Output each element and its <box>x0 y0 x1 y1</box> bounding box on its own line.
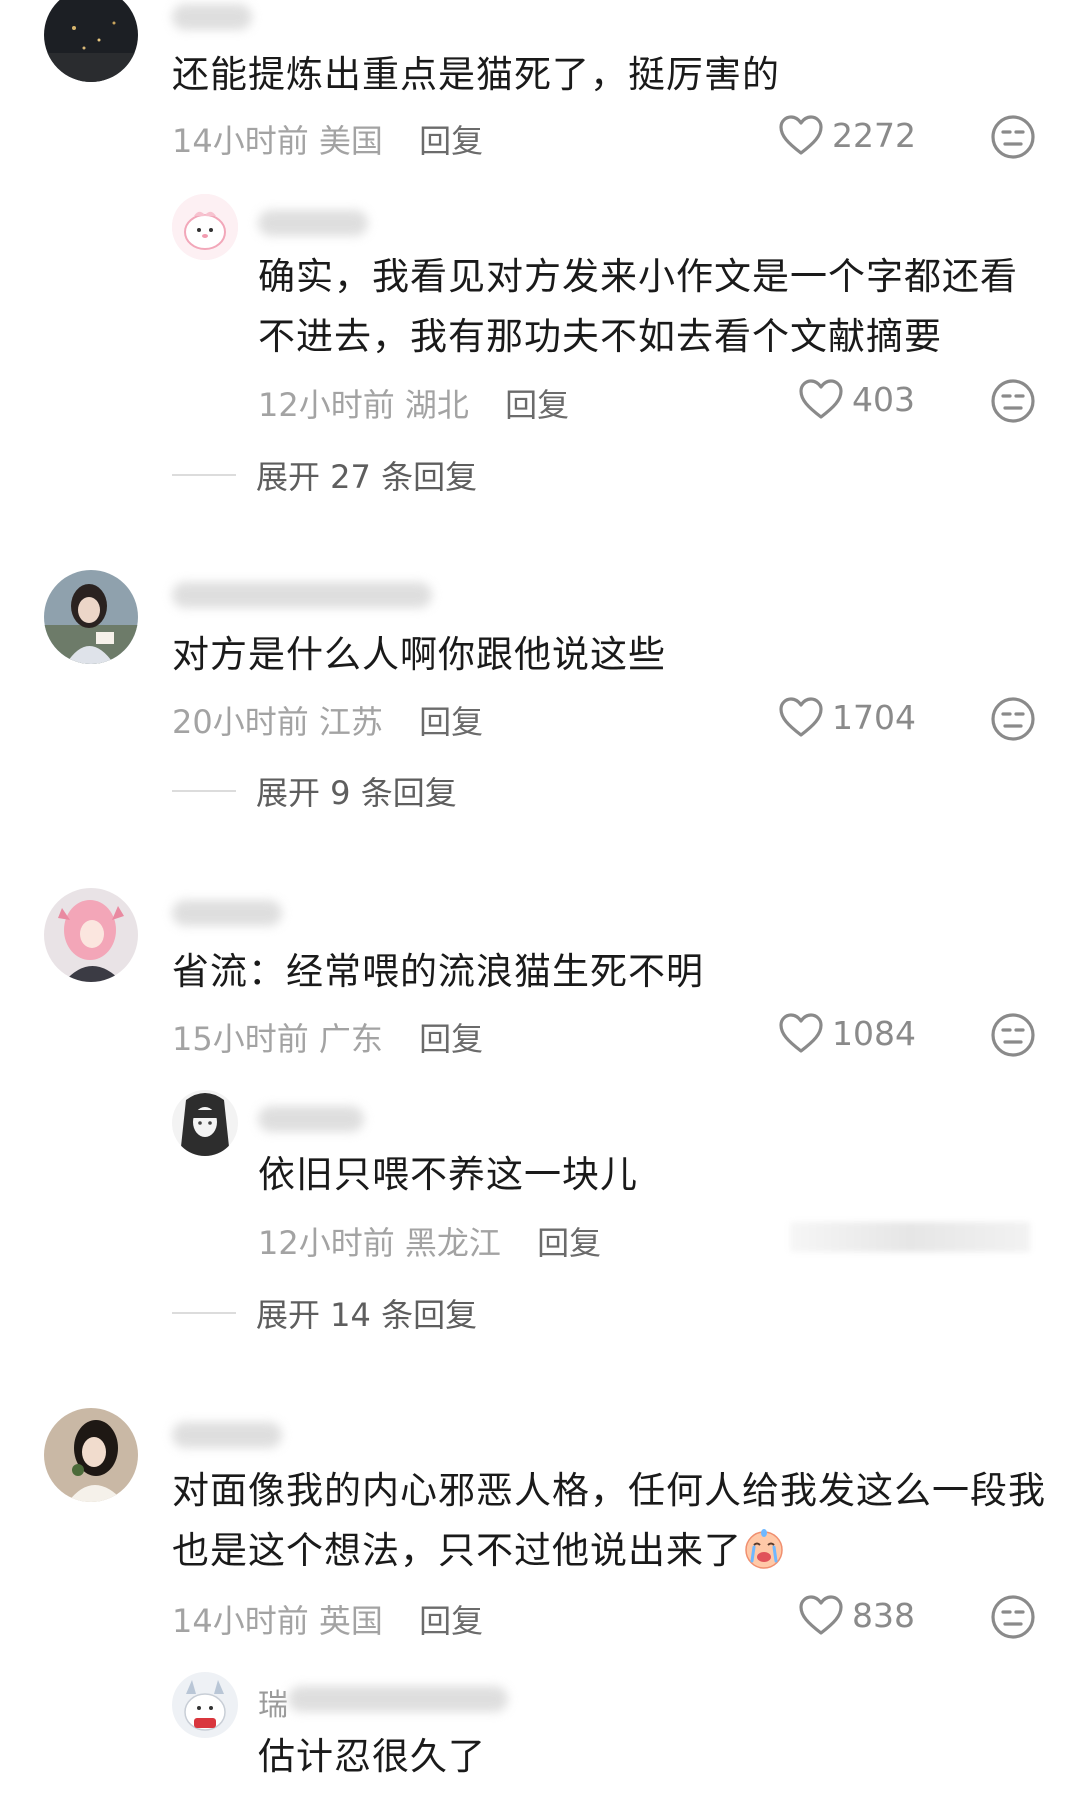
location: 江苏 <box>318 703 383 741</box>
divider-line <box>172 790 236 792</box>
divider-line <box>172 1312 236 1314</box>
reply-button[interactable]: 回复 <box>505 386 569 424</box>
like-button[interactable]: 1084 <box>778 1012 916 1054</box>
expand-replies-label: 展开 9 条回复 <box>256 774 457 812</box>
meh-face-icon <box>990 1594 1036 1640</box>
timestamp: 12小时前 <box>258 386 395 424</box>
dislike-button[interactable] <box>990 696 1036 742</box>
expand-replies-label: 展开 14 条回复 <box>256 1296 478 1334</box>
comment-text-line-1: 对面像我的内心邪恶人格，任何人给我发这么一段我 <box>172 1469 1046 1512</box>
reply-text-line-2: 不进去，我有那功夫不如去看个文献摘要 <box>258 315 942 358</box>
location: 英国 <box>318 1602 383 1640</box>
heart-outline-icon <box>778 1012 824 1054</box>
reply-avatar[interactable] <box>172 1672 238 1738</box>
username-blurred[interactable] <box>258 210 368 236</box>
avatar[interactable] <box>44 0 138 82</box>
comment-meta: 15小时前 广东 回复 <box>172 1014 483 1060</box>
avatar[interactable] <box>44 570 138 664</box>
username-blurred[interactable] <box>288 1686 508 1712</box>
comment-text: 对方是什么人啊你跟他说这些 <box>172 633 666 676</box>
reply-avatar[interactable] <box>172 1090 238 1156</box>
obscured-region <box>790 1222 1030 1252</box>
dislike-button[interactable] <box>990 114 1036 160</box>
reply-button[interactable]: 回复 <box>419 703 483 741</box>
expand-replies-button[interactable]: 展开 27 条回复 <box>172 452 477 498</box>
timestamp: 20小时前 <box>172 703 309 741</box>
reply-text: 依旧只喂不养这一块儿 <box>258 1153 638 1196</box>
reply-button[interactable]: 回复 <box>419 1020 483 1058</box>
dislike-button[interactable] <box>990 378 1036 424</box>
reply-avatar[interactable] <box>172 194 238 260</box>
expand-replies-button[interactable]: 展开 9 条回复 <box>172 768 457 814</box>
heart-outline-icon <box>778 114 824 156</box>
avatar[interactable] <box>44 888 138 982</box>
username-blurred[interactable] <box>172 4 252 30</box>
reply-text: 估计忍很久了 <box>258 1735 486 1778</box>
comment-text: 还能提炼出重点是猫死了，挺厉害的 <box>172 53 780 96</box>
reply-text-line-1: 确实，我看见对方发来小作文是一个字都还看 <box>258 255 1018 298</box>
reply-meta: 12小时前 黑龙江 回复 <box>258 1218 601 1264</box>
like-count: 403 <box>852 379 915 419</box>
username-blurred[interactable] <box>172 1422 282 1448</box>
username-partial[interactable]: 瑞 <box>258 1680 288 1724</box>
expand-replies-button[interactable]: 展开 14 条回复 <box>172 1290 477 1336</box>
reply-button[interactable]: 回复 <box>419 122 483 160</box>
divider-line <box>172 474 236 476</box>
like-button[interactable]: 403 <box>798 378 915 420</box>
dislike-button[interactable] <box>990 1594 1036 1640</box>
comment-meta: 14小时前 英国 回复 <box>172 1596 483 1642</box>
timestamp: 12小时前 <box>258 1224 395 1262</box>
reply-button[interactable]: 回复 <box>537 1224 601 1262</box>
like-button[interactable]: 838 <box>798 1594 915 1636</box>
like-count: 838 <box>852 1595 915 1635</box>
meh-face-icon <box>990 1012 1036 1058</box>
like-button[interactable]: 1704 <box>778 696 916 738</box>
like-count: 1704 <box>832 697 916 737</box>
location: 广东 <box>318 1020 383 1058</box>
heart-outline-icon <box>778 696 824 738</box>
username-blurred[interactable] <box>258 1106 364 1132</box>
expand-replies-label: 展开 27 条回复 <box>256 458 478 496</box>
comment-text-line-2-content: 也是这个想法，只不过他说出来了 <box>172 1529 742 1572</box>
comment-text-line-2: 也是这个想法，只不过他说出来了 <box>172 1520 786 1581</box>
timestamp: 14小时前 <box>172 1602 309 1640</box>
meh-face-icon <box>990 378 1036 424</box>
location: 湖北 <box>404 386 469 424</box>
comment-meta: 14小时前 美国 回复 <box>172 116 483 162</box>
heart-outline-icon <box>798 378 844 420</box>
meh-face-icon <box>990 696 1036 742</box>
like-button[interactable]: 2272 <box>778 114 916 156</box>
location: 美国 <box>318 122 383 160</box>
dislike-button[interactable] <box>990 1012 1036 1058</box>
timestamp: 14小时前 <box>172 122 309 160</box>
comment-text: 省流：经常喂的流浪猫生死不明 <box>172 950 704 993</box>
avatar[interactable] <box>44 1408 138 1502</box>
comment-meta: 20小时前 江苏 回复 <box>172 697 483 743</box>
meh-face-icon <box>990 114 1036 160</box>
like-count: 1084 <box>832 1013 916 1053</box>
username-blurred[interactable] <box>172 582 432 608</box>
like-count: 2272 <box>832 115 916 155</box>
crying-face-emoji <box>742 1527 786 1571</box>
username-blurred[interactable] <box>172 900 282 926</box>
location: 黑龙江 <box>404 1224 501 1262</box>
heart-outline-icon <box>798 1594 844 1636</box>
reply-button[interactable]: 回复 <box>419 1602 483 1640</box>
timestamp: 15小时前 <box>172 1020 309 1058</box>
reply-meta: 12小时前 湖北 回复 <box>258 380 569 426</box>
